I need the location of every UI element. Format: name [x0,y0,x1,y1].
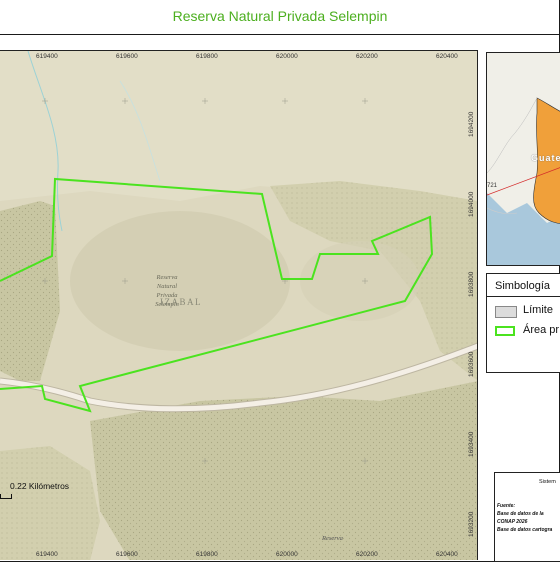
main-map[interactable]: 619400 619600 619800 620000 620200 62040… [0,50,478,560]
x-tick-top-4: 620000 [276,53,298,60]
legend-label-limit: Límite [523,304,553,316]
legend-label-protected-area: Área pr [523,324,559,336]
y-tick-2: 1694000 [468,192,475,217]
legend-divider [487,296,560,297]
x-tick-bottom-2: 619600 [116,551,138,558]
legend-title: Simbología [495,280,550,292]
y-tick-3: 1693800 [468,272,475,297]
inset-country-label: Guate [531,153,560,163]
y-tick-4: 1693600 [468,352,475,377]
scale-bar [0,494,12,499]
legend-swatch-protected-area [495,326,515,336]
x-tick-top-5: 620200 [356,53,378,60]
region-label: IZABAL [160,297,202,307]
source-heading: Sistem [539,479,556,485]
y-tick-1: 1694200 [468,112,475,137]
x-tick-bottom-3: 619800 [196,551,218,558]
x-tick-bottom-1: 619400 [36,551,58,558]
source-label: Fuente: [497,503,515,509]
title-divider [0,34,560,35]
source-line-1: Base de datos de la [497,511,544,517]
x-tick-bottom-6: 620400 [436,551,458,558]
y-tick-5: 1693400 [468,432,475,457]
map-title: Reserva Natural Privada Selempin [0,8,560,24]
inset-number: 721 [487,183,497,189]
y-tick-6: 1693200 [468,512,475,537]
x-tick-top-6: 620400 [436,53,458,60]
source-box: Sistem Fuente: Base de datos de la CONAP… [494,472,560,562]
source-line-3: Base de datos cartogra [497,527,552,533]
source-line-2: CONAP 2026 [497,519,527,525]
legend-swatch-limit [495,306,517,318]
inset-map[interactable]: Guate 721 [486,52,560,266]
x-tick-bottom-4: 620000 [276,551,298,558]
reserve-label-line-1: Reserva [144,273,190,282]
legend: Simbología Límite Área pr [486,273,560,373]
x-tick-bottom-5: 620200 [356,551,378,558]
x-tick-top-1: 619400 [36,53,58,60]
reserve-label-line-2: Natural [144,282,190,291]
x-tick-top-2: 619600 [116,53,138,60]
scale-label: 0.22 Kilómetros [10,481,69,491]
bottom-reserve-label: Reserva [322,535,343,542]
map-canvas [0,51,478,560]
x-tick-top-3: 619800 [196,53,218,60]
